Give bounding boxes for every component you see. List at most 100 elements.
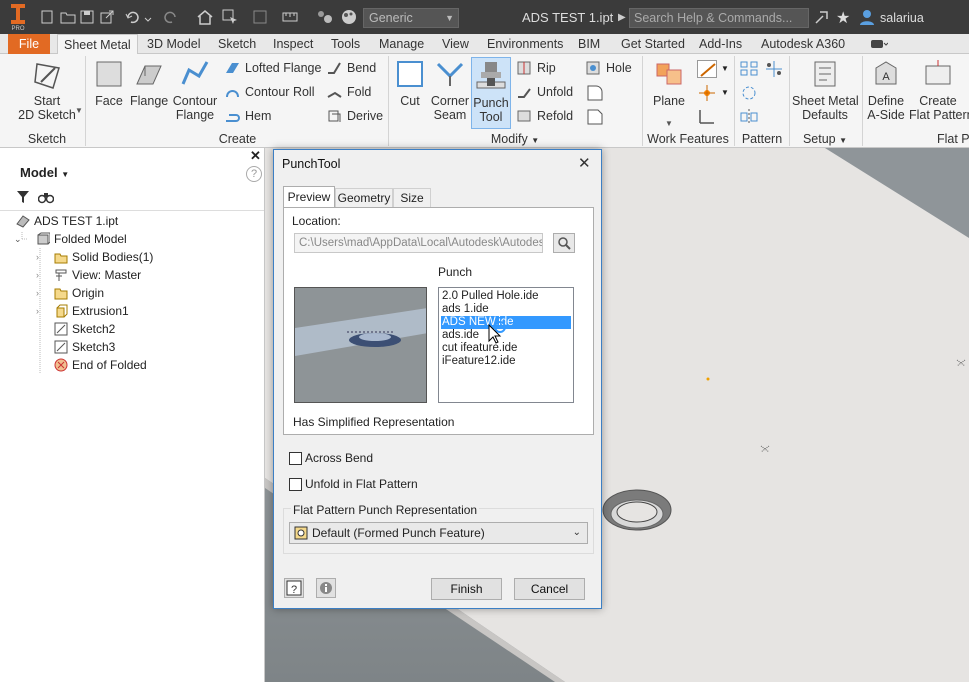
save-icon[interactable] (80, 10, 94, 24)
point-icon[interactable] (697, 84, 717, 102)
tab-view[interactable]: View (436, 34, 475, 54)
user-name[interactable]: salariua (880, 11, 924, 25)
hem-button[interactable]: Hem (223, 106, 271, 126)
search-input[interactable]: Search Help & Commands... (629, 8, 809, 28)
list-item[interactable]: cut ifeature.ide (441, 342, 571, 355)
tab-size[interactable]: Size (393, 188, 431, 208)
plane-button[interactable]: Plane (648, 58, 690, 108)
corner-round-icon[interactable] (586, 84, 604, 102)
across-bend-checkbox[interactable] (289, 452, 302, 465)
group-modify-label[interactable]: Modify ▼ (390, 130, 640, 148)
select-icon[interactable] (222, 9, 238, 25)
group-sketch-label: Sketch (27, 132, 67, 146)
info-button[interactable] (316, 578, 336, 598)
home-icon[interactable] (197, 9, 213, 25)
browse-folder-button[interactable] (553, 233, 575, 253)
group-setup-label[interactable]: Setup ▼ (792, 130, 858, 148)
ucs-icon[interactable] (697, 108, 717, 126)
tab-geometry[interactable]: Geometry (335, 188, 393, 208)
contour-roll-button[interactable]: Contour Roll (223, 82, 314, 102)
bend-button[interactable]: Bend (325, 58, 376, 78)
rectangular-pattern-icon[interactable] (739, 60, 759, 78)
sheet-metal-defaults-button[interactable]: Sheet Metal Defaults (792, 58, 859, 122)
list-item[interactable]: iFeature12.ide (441, 355, 571, 368)
unfold-flat-pattern-checkbox[interactable] (289, 478, 302, 491)
list-item[interactable]: ads 1.ide (441, 303, 571, 316)
tab-preview[interactable]: Preview (283, 186, 335, 208)
tab-bim[interactable]: BIM (572, 34, 606, 54)
list-item[interactable]: ads.ide (441, 329, 571, 342)
tab-inspect[interactable]: Inspect (267, 34, 319, 54)
tab-autodesk-a360[interactable]: Autodesk A360 (755, 34, 851, 54)
location-field[interactable]: C:\Users\mad\AppData\Local\Autodesk\Auto… (294, 233, 543, 253)
tab-file[interactable]: File (8, 34, 50, 54)
list-item-selected[interactable]: ADS NEW.ide (441, 316, 571, 329)
update-icon[interactable] (252, 9, 268, 25)
fold-button[interactable]: Fold (325, 82, 371, 102)
simplified-representation-label: Has Simplified Representation (293, 415, 455, 429)
plane-dropdown-icon[interactable]: ▼ (665, 119, 673, 128)
undo-icon[interactable] (125, 10, 141, 24)
derive-button[interactable]: Derive (325, 106, 383, 126)
appearance-icon[interactable] (341, 9, 357, 25)
unfold-flat-pattern-label[interactable]: Unfold in Flat Pattern (305, 477, 418, 491)
corner-chamfer-icon[interactable] (586, 108, 604, 126)
app-logo[interactable]: PRO (8, 4, 28, 32)
list-item[interactable]: 2.0 Pulled Hole.ide (441, 290, 571, 303)
group-create-label: Create (218, 132, 257, 146)
flat-pattern-dropdown[interactable]: Default (Formed Punch Feature) ⌄ (289, 522, 588, 544)
unfold-button[interactable]: Unfold (515, 82, 573, 102)
tab-sheet-metal[interactable]: Sheet Metal (57, 34, 138, 55)
contour-flange-button[interactable]: Contour Flange (172, 58, 218, 122)
tab-sketch[interactable]: Sketch (212, 34, 262, 54)
create-flat-pattern-button[interactable]: Create Flat Pattern (909, 58, 969, 122)
tab-environments[interactable]: Environments (481, 34, 569, 54)
setup-label: Setup (802, 132, 836, 146)
flange-icon (133, 58, 165, 90)
redo-icon[interactable] (162, 10, 178, 24)
appearance-dropdown[interactable]: Generic ▼ (363, 8, 459, 28)
corner-seam-button[interactable]: Corner Seam (430, 58, 470, 122)
tab-manage[interactable]: Manage (373, 34, 430, 54)
circular-pattern-icon[interactable] (739, 84, 759, 102)
unfold-label: Unfold (537, 85, 574, 99)
tab-add-ins[interactable]: Add-Ins (693, 34, 748, 54)
start-sketch-dropdown-icon[interactable]: ▼ (75, 106, 83, 115)
define-a-side-button[interactable]: A Define A-Side (866, 58, 906, 122)
ribbon-display-toggle-icon[interactable] (870, 38, 889, 50)
point-dropdown-icon[interactable]: ▼ (721, 88, 729, 97)
dialog-close-icon[interactable]: ✕ (578, 154, 591, 172)
rip-button[interactable]: Rip (515, 58, 556, 78)
mirror-icon[interactable] (739, 108, 759, 126)
flange-button[interactable]: Flange (130, 58, 168, 108)
punch-listbox[interactable]: 2.0 Pulled Hole.ide ads 1.ide ADS NEW.id… (438, 287, 574, 403)
tab-3d-model[interactable]: 3D Model (141, 34, 207, 54)
help-search-icon[interactable] (814, 9, 830, 25)
help-button[interactable]: ? (284, 578, 304, 598)
start-2d-sketch-button[interactable]: Start 2D Sketch (14, 58, 80, 122)
search-expand-icon[interactable]: ▶ (618, 12, 626, 23)
hole-button[interactable]: Hole (584, 58, 632, 78)
export-icon[interactable] (100, 10, 114, 24)
finish-button[interactable]: Finish (431, 578, 502, 600)
across-bend-label[interactable]: Across Bend (305, 451, 373, 465)
refold-icon (517, 109, 532, 123)
user-icon[interactable] (860, 9, 874, 25)
open-icon[interactable] (60, 10, 76, 24)
punch-tool-button[interactable]: Punch Tool (471, 57, 511, 129)
material-icon[interactable] (316, 9, 334, 25)
sketch-driven-pattern-icon[interactable] (764, 60, 784, 78)
axis-icon[interactable] (697, 60, 717, 78)
star-icon[interactable]: ★ (836, 8, 850, 28)
lofted-flange-button[interactable]: Lofted Flange (223, 58, 321, 78)
face-button[interactable]: Face (92, 58, 126, 108)
cut-button[interactable]: Cut (394, 58, 426, 108)
tab-get-started[interactable]: Get Started (615, 34, 691, 54)
axis-dropdown-icon[interactable]: ▼ (721, 64, 729, 73)
cancel-button[interactable]: Cancel (514, 578, 585, 600)
undo-dropdown-icon[interactable] (144, 13, 152, 22)
tab-tools[interactable]: Tools (325, 34, 366, 54)
measure-icon[interactable] (282, 9, 298, 25)
refold-button[interactable]: Refold (515, 106, 573, 126)
new-icon[interactable] (40, 10, 54, 24)
